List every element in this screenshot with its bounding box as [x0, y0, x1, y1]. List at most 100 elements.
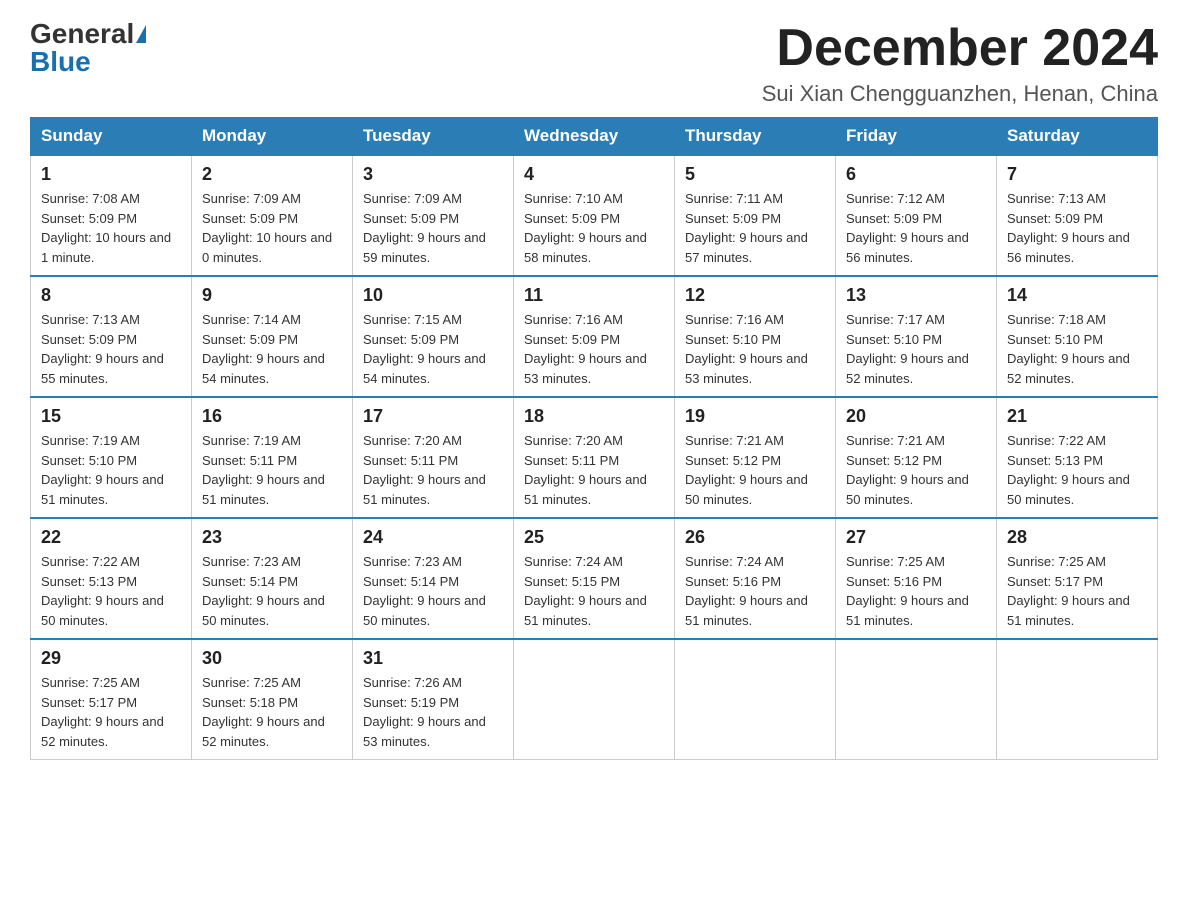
calendar-cell: 23 Sunrise: 7:23 AMSunset: 5:14 PMDaylig…	[192, 518, 353, 639]
day-number: 20	[846, 406, 986, 427]
calendar-cell: 2 Sunrise: 7:09 AMSunset: 5:09 PMDayligh…	[192, 155, 353, 276]
day-info: Sunrise: 7:19 AMSunset: 5:11 PMDaylight:…	[202, 433, 325, 507]
calendar-week-row: 22 Sunrise: 7:22 AMSunset: 5:13 PMDaylig…	[31, 518, 1158, 639]
page-header: General Blue December 2024 Sui Xian Chen…	[30, 20, 1158, 107]
day-info: Sunrise: 7:10 AMSunset: 5:09 PMDaylight:…	[524, 191, 647, 265]
day-number: 11	[524, 285, 664, 306]
day-info: Sunrise: 7:24 AMSunset: 5:16 PMDaylight:…	[685, 554, 808, 628]
logo-general-text: General	[30, 20, 134, 48]
day-number: 28	[1007, 527, 1147, 548]
weekday-header-tuesday: Tuesday	[353, 118, 514, 156]
calendar-cell: 16 Sunrise: 7:19 AMSunset: 5:11 PMDaylig…	[192, 397, 353, 518]
calendar-cell: 29 Sunrise: 7:25 AMSunset: 5:17 PMDaylig…	[31, 639, 192, 760]
day-number: 24	[363, 527, 503, 548]
day-number: 13	[846, 285, 986, 306]
day-number: 27	[846, 527, 986, 548]
calendar-cell: 8 Sunrise: 7:13 AMSunset: 5:09 PMDayligh…	[31, 276, 192, 397]
calendar-cell: 14 Sunrise: 7:18 AMSunset: 5:10 PMDaylig…	[997, 276, 1158, 397]
calendar-cell: 3 Sunrise: 7:09 AMSunset: 5:09 PMDayligh…	[353, 155, 514, 276]
calendar-cell: 27 Sunrise: 7:25 AMSunset: 5:16 PMDaylig…	[836, 518, 997, 639]
calendar-cell: 31 Sunrise: 7:26 AMSunset: 5:19 PMDaylig…	[353, 639, 514, 760]
calendar-cell: 22 Sunrise: 7:22 AMSunset: 5:13 PMDaylig…	[31, 518, 192, 639]
calendar-cell: 17 Sunrise: 7:20 AMSunset: 5:11 PMDaylig…	[353, 397, 514, 518]
calendar-week-row: 15 Sunrise: 7:19 AMSunset: 5:10 PMDaylig…	[31, 397, 1158, 518]
day-number: 15	[41, 406, 181, 427]
calendar-week-row: 1 Sunrise: 7:08 AMSunset: 5:09 PMDayligh…	[31, 155, 1158, 276]
day-info: Sunrise: 7:16 AMSunset: 5:09 PMDaylight:…	[524, 312, 647, 386]
calendar-cell: 25 Sunrise: 7:24 AMSunset: 5:15 PMDaylig…	[514, 518, 675, 639]
day-info: Sunrise: 7:20 AMSunset: 5:11 PMDaylight:…	[363, 433, 486, 507]
day-info: Sunrise: 7:23 AMSunset: 5:14 PMDaylight:…	[202, 554, 325, 628]
weekday-header-sunday: Sunday	[31, 118, 192, 156]
calendar-cell: 15 Sunrise: 7:19 AMSunset: 5:10 PMDaylig…	[31, 397, 192, 518]
day-info: Sunrise: 7:25 AMSunset: 5:16 PMDaylight:…	[846, 554, 969, 628]
day-number: 22	[41, 527, 181, 548]
calendar-table: SundayMondayTuesdayWednesdayThursdayFrid…	[30, 117, 1158, 760]
day-number: 7	[1007, 164, 1147, 185]
day-number: 30	[202, 648, 342, 669]
logo-triangle-icon	[136, 25, 146, 43]
day-info: Sunrise: 7:14 AMSunset: 5:09 PMDaylight:…	[202, 312, 325, 386]
day-info: Sunrise: 7:22 AMSunset: 5:13 PMDaylight:…	[41, 554, 164, 628]
calendar-cell	[514, 639, 675, 760]
day-info: Sunrise: 7:08 AMSunset: 5:09 PMDaylight:…	[41, 191, 171, 265]
calendar-cell: 13 Sunrise: 7:17 AMSunset: 5:10 PMDaylig…	[836, 276, 997, 397]
calendar-cell: 18 Sunrise: 7:20 AMSunset: 5:11 PMDaylig…	[514, 397, 675, 518]
calendar-cell: 28 Sunrise: 7:25 AMSunset: 5:17 PMDaylig…	[997, 518, 1158, 639]
calendar-cell: 19 Sunrise: 7:21 AMSunset: 5:12 PMDaylig…	[675, 397, 836, 518]
day-info: Sunrise: 7:20 AMSunset: 5:11 PMDaylight:…	[524, 433, 647, 507]
day-info: Sunrise: 7:21 AMSunset: 5:12 PMDaylight:…	[846, 433, 969, 507]
calendar-cell: 4 Sunrise: 7:10 AMSunset: 5:09 PMDayligh…	[514, 155, 675, 276]
day-number: 31	[363, 648, 503, 669]
day-info: Sunrise: 7:19 AMSunset: 5:10 PMDaylight:…	[41, 433, 164, 507]
day-number: 19	[685, 406, 825, 427]
calendar-cell	[997, 639, 1158, 760]
calendar-cell: 9 Sunrise: 7:14 AMSunset: 5:09 PMDayligh…	[192, 276, 353, 397]
day-info: Sunrise: 7:13 AMSunset: 5:09 PMDaylight:…	[1007, 191, 1130, 265]
day-info: Sunrise: 7:21 AMSunset: 5:12 PMDaylight:…	[685, 433, 808, 507]
calendar-cell: 11 Sunrise: 7:16 AMSunset: 5:09 PMDaylig…	[514, 276, 675, 397]
logo-blue-text: Blue	[30, 48, 91, 76]
calendar-cell: 5 Sunrise: 7:11 AMSunset: 5:09 PMDayligh…	[675, 155, 836, 276]
day-info: Sunrise: 7:13 AMSunset: 5:09 PMDaylight:…	[41, 312, 164, 386]
day-info: Sunrise: 7:25 AMSunset: 5:18 PMDaylight:…	[202, 675, 325, 749]
day-number: 3	[363, 164, 503, 185]
day-number: 14	[1007, 285, 1147, 306]
calendar-cell: 6 Sunrise: 7:12 AMSunset: 5:09 PMDayligh…	[836, 155, 997, 276]
month-title: December 2024	[762, 20, 1158, 77]
weekday-header-monday: Monday	[192, 118, 353, 156]
weekday-header-row: SundayMondayTuesdayWednesdayThursdayFrid…	[31, 118, 1158, 156]
calendar-cell: 24 Sunrise: 7:23 AMSunset: 5:14 PMDaylig…	[353, 518, 514, 639]
day-info: Sunrise: 7:12 AMSunset: 5:09 PMDaylight:…	[846, 191, 969, 265]
weekday-header-wednesday: Wednesday	[514, 118, 675, 156]
calendar-cell	[836, 639, 997, 760]
weekday-header-thursday: Thursday	[675, 118, 836, 156]
day-number: 29	[41, 648, 181, 669]
logo: General Blue	[30, 20, 146, 76]
day-info: Sunrise: 7:23 AMSunset: 5:14 PMDaylight:…	[363, 554, 486, 628]
calendar-cell	[675, 639, 836, 760]
day-number: 5	[685, 164, 825, 185]
day-info: Sunrise: 7:16 AMSunset: 5:10 PMDaylight:…	[685, 312, 808, 386]
calendar-cell: 1 Sunrise: 7:08 AMSunset: 5:09 PMDayligh…	[31, 155, 192, 276]
day-number: 4	[524, 164, 664, 185]
day-number: 21	[1007, 406, 1147, 427]
day-number: 8	[41, 285, 181, 306]
calendar-cell: 12 Sunrise: 7:16 AMSunset: 5:10 PMDaylig…	[675, 276, 836, 397]
day-info: Sunrise: 7:11 AMSunset: 5:09 PMDaylight:…	[685, 191, 808, 265]
calendar-cell: 7 Sunrise: 7:13 AMSunset: 5:09 PMDayligh…	[997, 155, 1158, 276]
day-number: 9	[202, 285, 342, 306]
day-info: Sunrise: 7:24 AMSunset: 5:15 PMDaylight:…	[524, 554, 647, 628]
day-number: 25	[524, 527, 664, 548]
day-number: 10	[363, 285, 503, 306]
day-number: 23	[202, 527, 342, 548]
day-info: Sunrise: 7:09 AMSunset: 5:09 PMDaylight:…	[363, 191, 486, 265]
day-info: Sunrise: 7:25 AMSunset: 5:17 PMDaylight:…	[41, 675, 164, 749]
calendar-week-row: 29 Sunrise: 7:25 AMSunset: 5:17 PMDaylig…	[31, 639, 1158, 760]
day-number: 6	[846, 164, 986, 185]
title-block: December 2024 Sui Xian Chengguanzhen, He…	[762, 20, 1158, 107]
calendar-cell: 30 Sunrise: 7:25 AMSunset: 5:18 PMDaylig…	[192, 639, 353, 760]
day-info: Sunrise: 7:15 AMSunset: 5:09 PMDaylight:…	[363, 312, 486, 386]
day-info: Sunrise: 7:18 AMSunset: 5:10 PMDaylight:…	[1007, 312, 1130, 386]
day-info: Sunrise: 7:25 AMSunset: 5:17 PMDaylight:…	[1007, 554, 1130, 628]
